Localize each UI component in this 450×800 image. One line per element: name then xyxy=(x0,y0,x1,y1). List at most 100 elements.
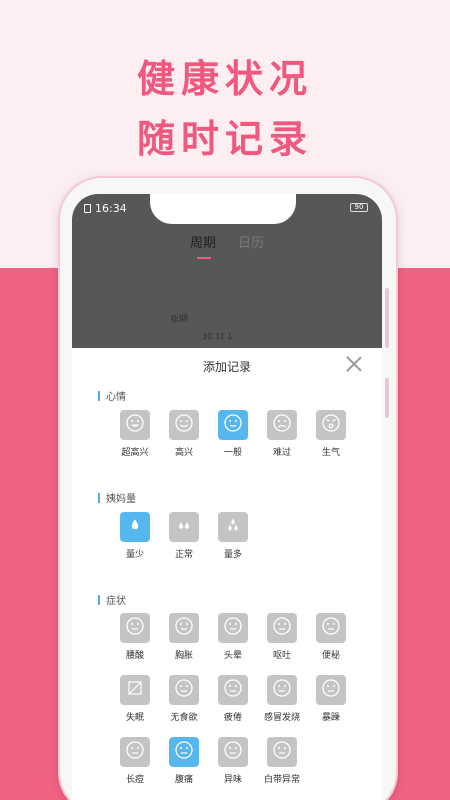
grin-icon xyxy=(126,414,144,436)
section-symptoms: 症状 xyxy=(98,592,126,607)
smile-icon xyxy=(175,414,193,436)
record-option[interactable]: 疲倦 xyxy=(218,675,248,723)
record-option[interactable]: 异味 xyxy=(218,737,248,785)
triple-drop-icon xyxy=(224,516,242,538)
section-title: 姨妈量 xyxy=(106,494,136,505)
record-option[interactable]: 呕吐 xyxy=(267,613,297,661)
single-drop-icon xyxy=(126,516,144,538)
record-option[interactable]: 白带异常 xyxy=(264,737,301,785)
option-label: 量少 xyxy=(125,550,144,560)
angry-face-icon xyxy=(322,414,340,436)
section-marker xyxy=(98,390,100,401)
option-label: 高兴 xyxy=(174,448,193,458)
fever-icon xyxy=(273,679,291,701)
option-tile[interactable] xyxy=(218,737,248,767)
option-label: 头晕 xyxy=(223,651,242,661)
option-tile[interactable] xyxy=(169,613,199,643)
record-option[interactable]: 暴躁 xyxy=(316,675,346,723)
section-title: 心情 xyxy=(106,392,126,403)
option-tile[interactable] xyxy=(316,613,346,643)
record-option[interactable]: 胸胀 xyxy=(169,613,199,661)
option-tile[interactable] xyxy=(120,737,150,767)
record-option[interactable]: 长痘 xyxy=(120,737,150,785)
option-tile[interactable] xyxy=(267,410,297,440)
add-record-sheet: 添加记录 心情 超高兴 高兴 一般 难过 生气 姨妈量 量少 正常 量多 症状 腰酸 胸胀 头晕… xyxy=(72,348,382,800)
record-option[interactable]: 感冒发烧 xyxy=(264,675,300,723)
record-option[interactable]: 头晕 xyxy=(218,613,248,661)
section-marker xyxy=(98,594,100,605)
backache-icon xyxy=(126,617,144,639)
option-tile[interactable] xyxy=(267,737,297,767)
insomnia-icon xyxy=(126,679,144,701)
vomit-icon xyxy=(273,617,291,639)
close-icon[interactable] xyxy=(344,354,364,374)
option-label: 白带异常 xyxy=(264,775,301,785)
option-tile[interactable] xyxy=(120,675,150,705)
option-tile[interactable] xyxy=(316,410,346,440)
acne-icon xyxy=(126,741,144,763)
option-label: 无食欲 xyxy=(170,713,198,723)
sim-icon xyxy=(84,204,91,213)
tired-icon xyxy=(224,679,242,701)
irritable-icon xyxy=(322,679,340,701)
sad-face-icon xyxy=(273,414,291,436)
record-option[interactable]: 失眠 xyxy=(120,675,150,723)
record-option[interactable]: 量多 xyxy=(218,512,248,560)
dim-overlay[interactable]: 16:34 90 周期 日历 孕期 30 31 1 xyxy=(72,194,382,348)
neutral-face-icon xyxy=(224,414,242,436)
option-tile[interactable] xyxy=(218,512,248,542)
option-label: 难过 xyxy=(272,448,291,458)
record-option[interactable]: 无食欲 xyxy=(169,675,199,723)
record-option[interactable]: 正常 xyxy=(169,512,199,560)
option-label: 便秘 xyxy=(321,651,340,661)
option-tile[interactable] xyxy=(120,512,150,542)
chest-icon xyxy=(175,617,193,639)
promo-headline-2: 随时记录 xyxy=(136,117,313,161)
option-tile[interactable] xyxy=(169,410,199,440)
record-option[interactable]: 超高兴 xyxy=(120,410,150,458)
option-label: 腹痛 xyxy=(174,775,193,785)
record-option[interactable]: 量少 xyxy=(120,512,150,560)
promo-headline-1: 健康状况 xyxy=(136,57,313,101)
tab-cycle[interactable]: 周期 xyxy=(190,232,216,259)
background-numbers: 30 31 1 xyxy=(202,332,233,341)
discharge-icon xyxy=(273,741,291,763)
mood-grid: 超高兴 高兴 一般 难过 生气 xyxy=(120,410,346,458)
option-tile[interactable] xyxy=(267,613,297,643)
background-hint: 孕期 xyxy=(169,313,189,327)
record-option[interactable]: 腹痛 xyxy=(169,737,199,785)
no-appetite-icon xyxy=(175,679,193,701)
flow-grid: 量少 正常 量多 xyxy=(120,512,346,560)
phone-notch xyxy=(150,194,296,224)
record-option[interactable]: 生气 xyxy=(316,410,346,458)
record-option[interactable]: 便秘 xyxy=(316,613,346,661)
option-tile[interactable] xyxy=(169,737,199,767)
option-tile[interactable] xyxy=(267,675,297,705)
tab-calendar[interactable]: 日历 xyxy=(238,232,264,257)
option-label: 失眠 xyxy=(125,713,144,723)
option-tile[interactable] xyxy=(120,613,150,643)
option-label: 暴躁 xyxy=(321,713,340,723)
record-option[interactable]: 难过 xyxy=(267,410,297,458)
option-tile[interactable] xyxy=(120,410,150,440)
option-tile[interactable] xyxy=(169,512,199,542)
constipation-icon xyxy=(322,617,340,639)
section-title: 症状 xyxy=(106,596,126,607)
record-option[interactable]: 高兴 xyxy=(169,410,199,458)
status-time: 16:34 xyxy=(95,202,127,215)
record-option[interactable]: 腰酸 xyxy=(120,613,150,661)
option-tile[interactable] xyxy=(218,675,248,705)
option-label: 生气 xyxy=(321,448,340,458)
option-label: 一般 xyxy=(223,448,242,458)
option-label: 腰酸 xyxy=(125,651,144,661)
option-label: 呕吐 xyxy=(272,651,291,661)
option-tile[interactable] xyxy=(218,410,248,440)
status-bar: 16:34 xyxy=(84,202,127,215)
option-tile[interactable] xyxy=(169,675,199,705)
section-marker xyxy=(98,492,100,503)
option-tile[interactable] xyxy=(218,613,248,643)
option-tile[interactable] xyxy=(316,675,346,705)
sheet-title: 添加记录 xyxy=(202,360,251,374)
record-option[interactable]: 一般 xyxy=(218,410,248,458)
double-drop-icon xyxy=(175,516,193,538)
